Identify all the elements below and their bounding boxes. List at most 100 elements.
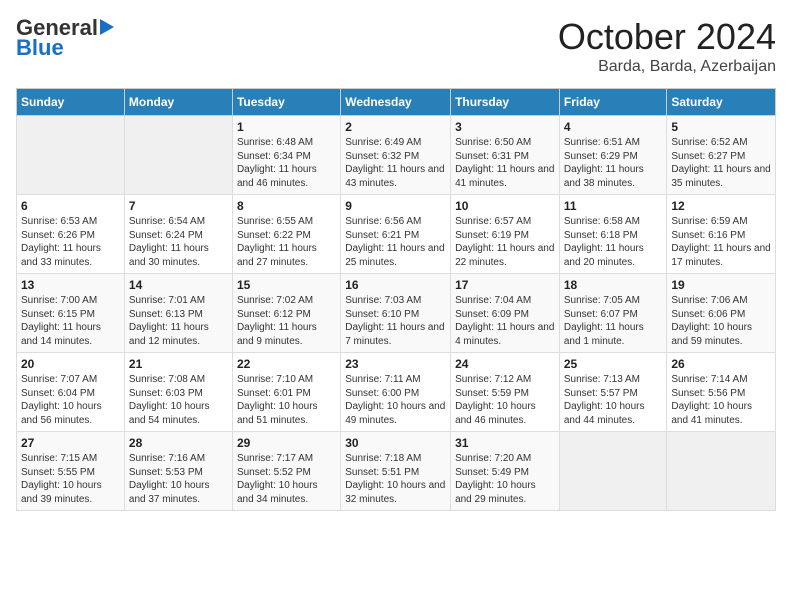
day-cell: 26Sunrise: 7:14 AM Sunset: 5:56 PM Dayli… <box>667 353 776 432</box>
day-cell <box>667 432 776 511</box>
column-header-monday: Monday <box>124 89 232 116</box>
day-number: 29 <box>237 436 336 450</box>
day-cell: 17 Sunrise: 7:04 AM Sunset: 6:09 PM Dayli… <box>451 274 560 353</box>
column-header-thursday: Thursday <box>451 89 560 116</box>
day-info: Sunrise: 7:02 AM Sunset: 6:12 PM Dayligh… <box>237 294 336 348</box>
day-number: 21 <box>129 357 228 371</box>
day-cell: 10 Sunrise: 6:57 AM Sunset: 6:19 PM Dayli… <box>451 195 560 274</box>
day-number: 18 <box>564 278 663 292</box>
week-row-4: 20 Sunrise: 7:07 AM Sunset: 6:04 PM Dayli… <box>17 353 776 432</box>
day-cell: 4 Sunrise: 6:51 AM Sunset: 6:29 PM Daylig… <box>559 116 667 195</box>
day-number: 13 <box>21 278 120 292</box>
day-number: 7 <box>129 199 228 213</box>
logo-blue-text: Blue <box>16 35 64 60</box>
logo-arrow-icon <box>100 19 114 35</box>
column-header-sunday: Sunday <box>17 89 125 116</box>
day-info: Sunrise: 7:20 AM Sunset: 5:49 PM Dayligh… <box>455 452 555 506</box>
day-info: Sunrise: 7:05 AM Sunset: 6:07 PM Dayligh… <box>564 294 663 348</box>
week-row-2: 6 Sunrise: 6:53 AM Sunset: 6:26 PM Daylig… <box>17 195 776 274</box>
day-cell: 27Sunrise: 7:15 AM Sunset: 5:55 PM Dayli… <box>17 432 125 511</box>
day-cell: 31 Sunrise: 7:20 AM Sunset: 5:49 PM Dayli… <box>451 432 560 511</box>
day-number: 23 <box>345 357 446 371</box>
week-row-3: 13 Sunrise: 7:00 AM Sunset: 6:15 PM Dayli… <box>17 274 776 353</box>
day-number: 15 <box>237 278 336 292</box>
day-number: 2 <box>345 120 446 134</box>
day-info: Sunrise: 7:07 AM Sunset: 6:04 PM Dayligh… <box>21 373 120 427</box>
day-info: Sunrise: 6:51 AM Sunset: 6:29 PM Dayligh… <box>564 136 663 190</box>
day-info: Sunrise: 7:12 AM Sunset: 5:59 PM Dayligh… <box>455 373 555 427</box>
day-number: 24 <box>455 357 555 371</box>
day-cell: 13 Sunrise: 7:00 AM Sunset: 6:15 PM Dayli… <box>17 274 125 353</box>
day-cell: 19 Sunrise: 7:06 AM Sunset: 6:06 PM Dayli… <box>667 274 776 353</box>
day-number: 12 <box>671 199 771 213</box>
day-number: 16 <box>345 278 446 292</box>
day-cell: 24 Sunrise: 7:12 AM Sunset: 5:59 PM Dayli… <box>451 353 560 432</box>
day-info: Sunrise: 6:50 AM Sunset: 6:31 PM Dayligh… <box>455 136 555 190</box>
day-info: Sunrise: 7:01 AM Sunset: 6:13 PM Dayligh… <box>129 294 228 348</box>
day-info: Sunrise: 7:06 AM Sunset: 6:06 PM Dayligh… <box>671 294 771 348</box>
day-number: 19 <box>671 278 771 292</box>
day-number: 27 <box>21 436 120 450</box>
day-cell: 9Sunrise: 6:56 AM Sunset: 6:21 PM Daylig… <box>341 195 451 274</box>
day-info: Sunrise: 7:13 AM Sunset: 5:57 PM Dayligh… <box>564 373 663 427</box>
day-info: Sunrise: 7:04 AM Sunset: 6:09 PM Dayligh… <box>455 294 555 348</box>
day-cell: 21 Sunrise: 7:08 AM Sunset: 6:03 PM Dayli… <box>124 353 232 432</box>
day-cell: 1Sunrise: 6:48 AM Sunset: 6:34 PM Daylig… <box>232 116 340 195</box>
page-header: General Blue October 2024 Barda, Barda, … <box>16 16 776 76</box>
day-info: Sunrise: 6:49 AM Sunset: 6:32 PM Dayligh… <box>345 136 446 190</box>
day-number: 30 <box>345 436 446 450</box>
day-info: Sunrise: 7:03 AM Sunset: 6:10 PM Dayligh… <box>345 294 446 348</box>
column-header-saturday: Saturday <box>667 89 776 116</box>
day-info: Sunrise: 6:53 AM Sunset: 6:26 PM Dayligh… <box>21 215 120 269</box>
day-info: Sunrise: 7:18 AM Sunset: 5:51 PM Dayligh… <box>345 452 446 506</box>
day-info: Sunrise: 6:58 AM Sunset: 6:18 PM Dayligh… <box>564 215 663 269</box>
day-info: Sunrise: 6:52 AM Sunset: 6:27 PM Dayligh… <box>671 136 771 190</box>
day-number: 20 <box>21 357 120 371</box>
day-number: 11 <box>564 199 663 213</box>
column-header-wednesday: Wednesday <box>341 89 451 116</box>
day-number: 8 <box>237 199 336 213</box>
day-number: 28 <box>129 436 228 450</box>
day-info: Sunrise: 7:00 AM Sunset: 6:15 PM Dayligh… <box>21 294 120 348</box>
day-cell: 30 Sunrise: 7:18 AM Sunset: 5:51 PM Dayli… <box>341 432 451 511</box>
day-cell: 14Sunrise: 7:01 AM Sunset: 6:13 PM Dayli… <box>124 274 232 353</box>
day-cell: 29 Sunrise: 7:17 AM Sunset: 5:52 PM Dayli… <box>232 432 340 511</box>
day-cell: 15 Sunrise: 7:02 AM Sunset: 6:12 PM Dayli… <box>232 274 340 353</box>
day-number: 4 <box>564 120 663 134</box>
day-number: 25 <box>564 357 663 371</box>
day-number: 10 <box>455 199 555 213</box>
day-info: Sunrise: 7:10 AM Sunset: 6:01 PM Dayligh… <box>237 373 336 427</box>
logo: General Blue <box>16 16 114 60</box>
day-cell <box>124 116 232 195</box>
day-cell: 18 Sunrise: 7:05 AM Sunset: 6:07 PM Dayli… <box>559 274 667 353</box>
day-cell: 12 Sunrise: 6:59 AM Sunset: 6:16 PM Dayli… <box>667 195 776 274</box>
day-cell: 16 Sunrise: 7:03 AM Sunset: 6:10 PM Dayli… <box>341 274 451 353</box>
day-cell: 28Sunrise: 7:16 AM Sunset: 5:53 PM Dayli… <box>124 432 232 511</box>
day-number: 22 <box>237 357 336 371</box>
day-number: 31 <box>455 436 555 450</box>
day-number: 6 <box>21 199 120 213</box>
title-block: October 2024 Barda, Barda, Azerbaijan <box>558 16 776 76</box>
day-info: Sunrise: 7:17 AM Sunset: 5:52 PM Dayligh… <box>237 452 336 506</box>
day-cell: 2 Sunrise: 6:49 AM Sunset: 6:32 PM Daylig… <box>341 116 451 195</box>
day-cell <box>559 432 667 511</box>
day-cell: 8 Sunrise: 6:55 AM Sunset: 6:22 PM Daylig… <box>232 195 340 274</box>
logo-blue: Blue <box>16 36 64 60</box>
day-cell: 5Sunrise: 6:52 AM Sunset: 6:27 PM Daylig… <box>667 116 776 195</box>
day-info: Sunrise: 7:08 AM Sunset: 6:03 PM Dayligh… <box>129 373 228 427</box>
day-cell: 20 Sunrise: 7:07 AM Sunset: 6:04 PM Dayli… <box>17 353 125 432</box>
week-row-5: 27Sunrise: 7:15 AM Sunset: 5:55 PM Dayli… <box>17 432 776 511</box>
day-info: Sunrise: 6:57 AM Sunset: 6:19 PM Dayligh… <box>455 215 555 269</box>
calendar-table: SundayMondayTuesdayWednesdayThursdayFrid… <box>16 88 776 511</box>
day-info: Sunrise: 6:55 AM Sunset: 6:22 PM Dayligh… <box>237 215 336 269</box>
day-cell: 3Sunrise: 6:50 AM Sunset: 6:31 PM Daylig… <box>451 116 560 195</box>
column-header-friday: Friday <box>559 89 667 116</box>
day-cell: 25 Sunrise: 7:13 AM Sunset: 5:57 PM Dayli… <box>559 353 667 432</box>
day-info: Sunrise: 6:48 AM Sunset: 6:34 PM Dayligh… <box>237 136 336 190</box>
calendar-title: October 2024 <box>558 16 776 58</box>
day-number: 26 <box>671 357 771 371</box>
day-info: Sunrise: 6:54 AM Sunset: 6:24 PM Dayligh… <box>129 215 228 269</box>
day-number: 17 <box>455 278 555 292</box>
day-info: Sunrise: 6:59 AM Sunset: 6:16 PM Dayligh… <box>671 215 771 269</box>
day-cell: 7 Sunrise: 6:54 AM Sunset: 6:24 PM Daylig… <box>124 195 232 274</box>
